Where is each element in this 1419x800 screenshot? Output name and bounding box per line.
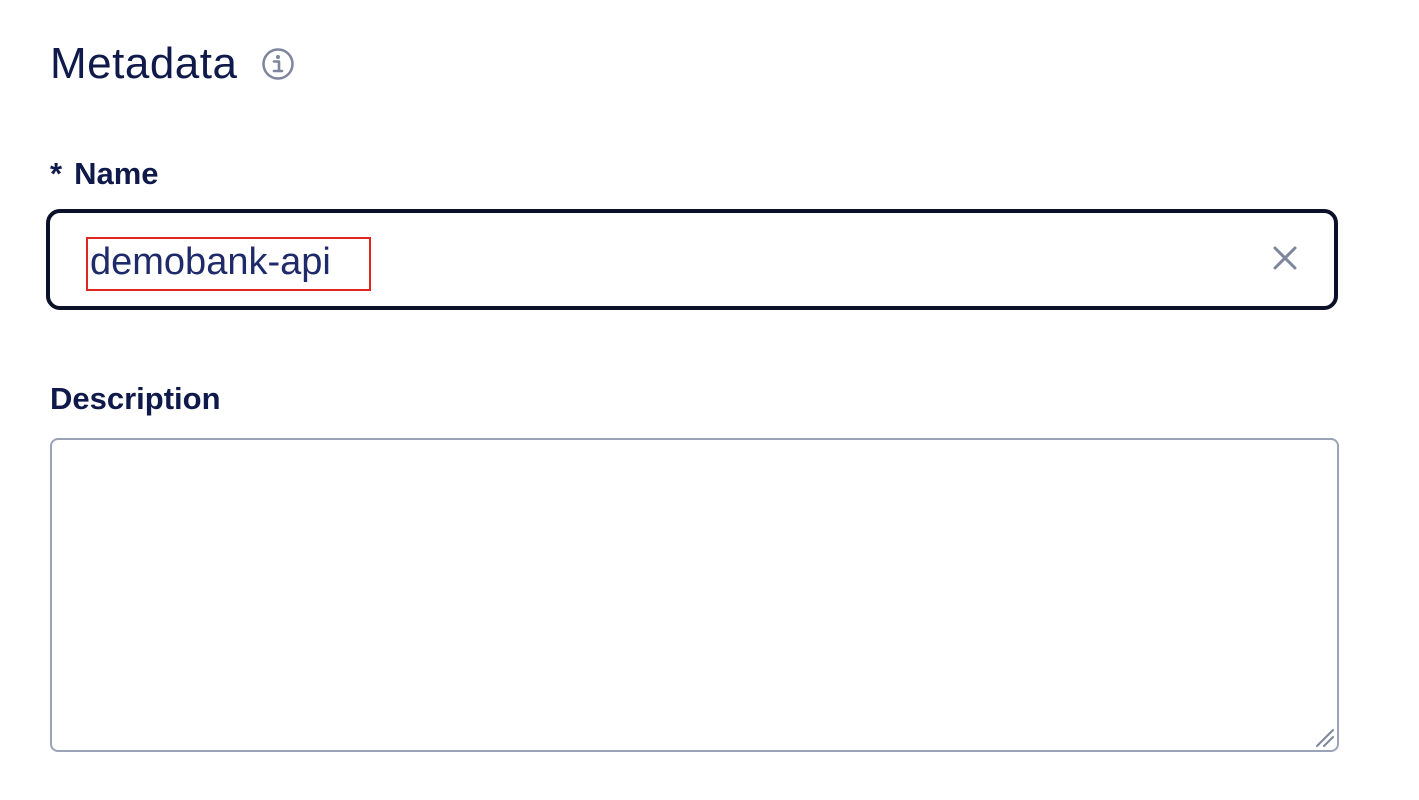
description-label: Description bbox=[50, 381, 221, 416]
description-textarea[interactable] bbox=[50, 438, 1339, 752]
name-input[interactable] bbox=[86, 237, 1254, 287]
name-label-text: Name bbox=[74, 156, 159, 191]
resize-handle-icon[interactable] bbox=[1311, 724, 1335, 748]
close-icon bbox=[1270, 243, 1300, 278]
name-label: * Name bbox=[50, 156, 159, 192]
section-title: Metadata bbox=[50, 39, 238, 88]
required-marker: * bbox=[50, 156, 63, 191]
info-circle-icon[interactable] bbox=[261, 47, 295, 81]
name-field[interactable] bbox=[46, 209, 1338, 310]
metadata-section-header: Metadata bbox=[50, 36, 295, 92]
clear-input-button[interactable] bbox=[1266, 241, 1304, 279]
